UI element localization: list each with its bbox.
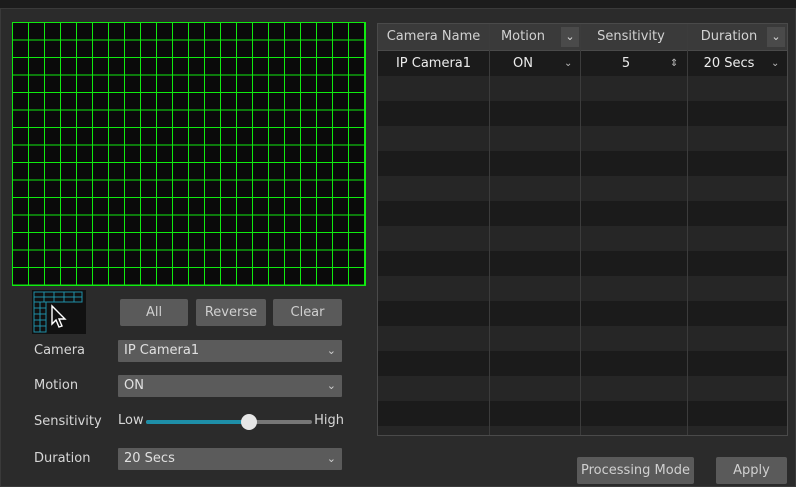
duration-select-value: 20 Secs	[124, 451, 175, 466]
clear-button[interactable]: Clear	[273, 299, 342, 326]
sensitivity-slider[interactable]: Low High	[118, 410, 344, 434]
chevron-down-icon[interactable]: ⌄	[771, 51, 783, 76]
header-sensitivity: Sensitivity	[597, 29, 665, 44]
cell-motion[interactable]: ON	[490, 51, 556, 76]
processing-mode-button[interactable]: Processing Mode	[577, 457, 694, 484]
spinner-arrows-icon[interactable]: ⇕	[670, 51, 682, 76]
table-header: Camera Name Motion ⌄ Sensitivity Duratio…	[378, 24, 787, 51]
slider-fill	[146, 420, 249, 424]
duration-label: Duration	[34, 451, 91, 466]
camera-select-value: IP Camera1	[124, 343, 200, 358]
motion-select[interactable]: ON ⌄	[118, 375, 342, 397]
table-row	[378, 401, 787, 426]
cell-camera-name: IP Camera1	[395, 56, 472, 71]
slider-thumb[interactable]	[240, 414, 257, 430]
motion-header-chevron-icon[interactable]: ⌄	[561, 27, 579, 47]
duration-header-chevron-icon[interactable]: ⌄	[767, 27, 785, 47]
table-row	[378, 226, 787, 251]
table-row	[378, 301, 787, 326]
select-all-button[interactable]: All	[120, 299, 188, 326]
column-divider	[489, 24, 490, 435]
motion-select-value: ON	[124, 378, 144, 393]
table-row	[378, 426, 787, 435]
sensitivity-label: Sensitivity	[34, 414, 102, 429]
column-divider	[580, 24, 581, 435]
slider-track[interactable]	[146, 414, 312, 430]
table-row	[378, 276, 787, 301]
header-camera-name: Camera Name	[386, 29, 481, 44]
table-row	[378, 201, 787, 226]
camera-motion-table: Camera Name Motion ⌄ Sensitivity Duratio…	[377, 23, 788, 436]
table-row	[378, 176, 787, 201]
table-row	[378, 151, 787, 176]
camera-select[interactable]: IP Camera1 ⌄	[118, 340, 342, 362]
apply-button[interactable]: Apply	[716, 457, 787, 484]
chevron-down-icon: ⌄	[326, 344, 336, 357]
chevron-down-icon: ⌄	[326, 379, 336, 392]
table-row	[378, 326, 787, 351]
table-row	[378, 351, 787, 376]
slider-low-label: Low	[118, 413, 144, 428]
table-row	[378, 251, 787, 276]
chevron-down-icon[interactable]: ⌄	[564, 51, 576, 76]
cell-sensitivity[interactable]: 5	[581, 51, 671, 76]
table-row	[378, 76, 787, 101]
motion-label: Motion	[34, 378, 79, 393]
table-row[interactable]: IP Camera1 ON ⌄ 5 ⇕ 20 Secs ⌄	[378, 51, 787, 76]
draw-area-icon[interactable]	[32, 290, 86, 334]
slider-high-label: High	[314, 413, 344, 428]
column-divider	[687, 24, 688, 435]
reverse-button[interactable]: Reverse	[196, 299, 266, 326]
camera-label: Camera	[34, 343, 86, 358]
header-motion: Motion	[500, 29, 546, 44]
table-row	[378, 101, 787, 126]
cell-duration[interactable]: 20 Secs	[688, 51, 770, 76]
motion-detection-grid[interactable]	[12, 22, 366, 286]
chevron-down-icon: ⌄	[326, 452, 336, 465]
header-duration: Duration	[700, 29, 758, 44]
table-row	[378, 126, 787, 151]
duration-select[interactable]: 20 Secs ⌄	[118, 448, 342, 470]
table-row	[378, 376, 787, 401]
